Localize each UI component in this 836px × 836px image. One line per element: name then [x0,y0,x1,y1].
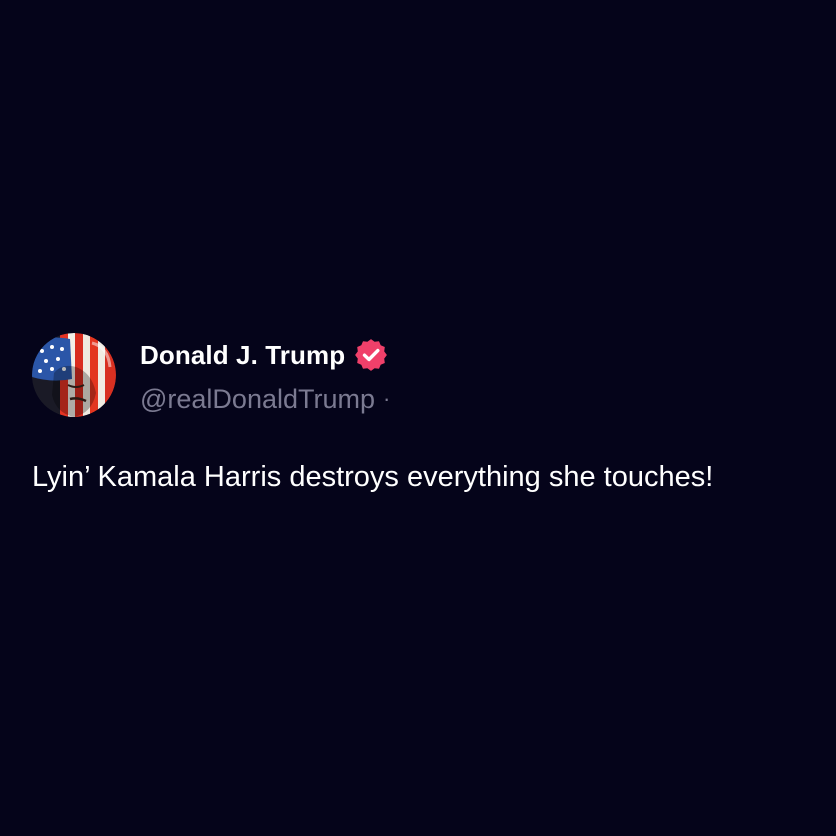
verified-badge-icon [355,339,388,371]
meta-row: @realDonaldTrump · [140,381,428,417]
social-post: Donald J. Trump @realDonaldTrump · Lyin’… [32,333,812,495]
author-handle[interactable]: @realDonaldTrump [140,384,375,415]
flag-portrait-avatar-icon [32,333,116,417]
post-canvas: Donald J. Trump @realDonaldTrump · Lyin’… [0,0,836,836]
author-display-name[interactable]: Donald J. Trump [140,340,345,371]
avatar[interactable] [32,333,116,417]
post-header: Donald J. Trump @realDonaldTrump · [32,333,812,421]
author-identity: Donald J. Trump @realDonaldTrump · [140,335,428,417]
meta-separator: · [383,386,391,411]
name-row: Donald J. Trump [140,335,428,375]
post-text: Lyin’ Kamala Harris destroys everything … [32,461,714,493]
